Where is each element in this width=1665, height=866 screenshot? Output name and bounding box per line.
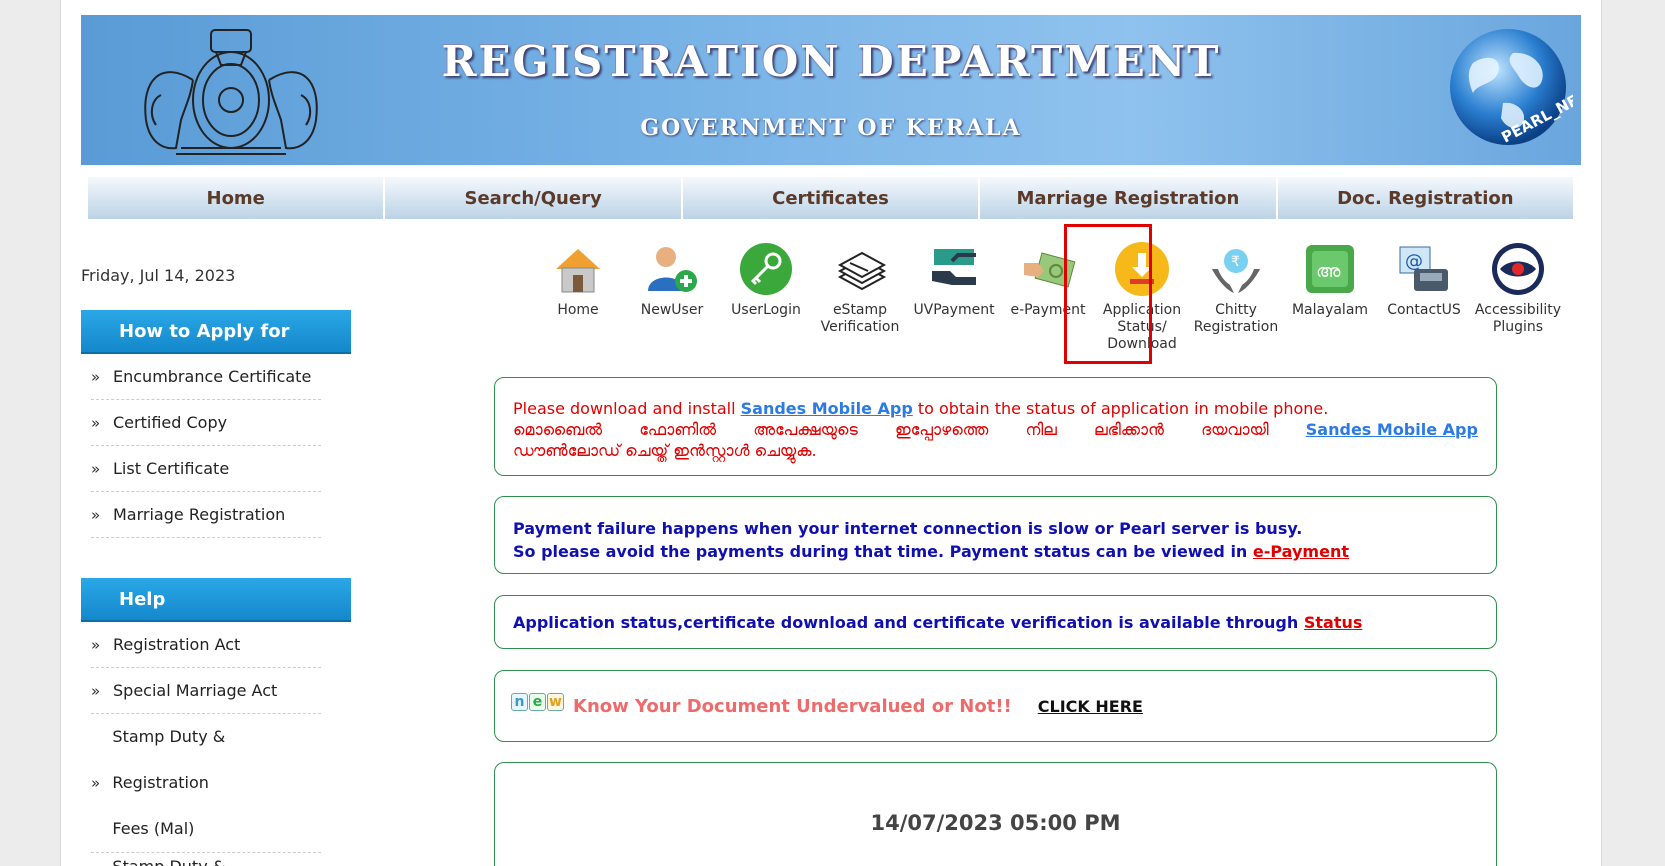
- nav-marriage-registration[interactable]: Marriage Registration: [980, 177, 1278, 219]
- sidebar-item-list-certificate[interactable]: » List Certificate: [91, 446, 321, 492]
- nav-home[interactable]: Home: [88, 177, 386, 219]
- sidebar-item-registration-act[interactable]: » Registration Act: [91, 622, 321, 668]
- chevron-right-icon: »: [91, 367, 101, 386]
- quick-link-estamp-verification[interactable]: eStamp Verification: [813, 240, 907, 353]
- hand-payment-icon: [932, 249, 976, 285]
- sidebar-item-stamp-duty-registration[interactable]: »Stamp Duty & Registration: [91, 853, 321, 866]
- e-payment-link[interactable]: e-Payment: [1253, 542, 1349, 561]
- highlight-box: [1064, 224, 1152, 364]
- quick-link-icons: Home NewUser UserLogin eStamp Verificatio…: [531, 240, 1565, 353]
- phone-email-icon: @: [1399, 246, 1448, 291]
- quick-link-user-login[interactable]: UserLogin: [719, 240, 813, 353]
- datetime-panel: 14/07/2023 05:00 PM: [494, 762, 1497, 866]
- new-user-icon: [648, 247, 697, 292]
- sidebar-item-certified-copy[interactable]: » Certified Copy: [91, 400, 321, 446]
- how-to-apply-heading: How to Apply for: [81, 310, 351, 354]
- chevron-right-icon: »: [91, 459, 101, 478]
- payment-notice: Payment failure happens when your intern…: [494, 496, 1497, 574]
- quick-link-new-user[interactable]: NewUser: [625, 240, 719, 353]
- sandes-app-link[interactable]: Sandes Mobile App: [741, 399, 913, 418]
- undervalued-notice: n e w Know Your Document Undervalued or …: [494, 670, 1497, 742]
- sidebar-item-special-marriage-act[interactable]: » Special Marriage Act: [91, 668, 321, 714]
- home-icon: [556, 249, 600, 293]
- site-subtitle: GOVERNMENT OF KERALA: [640, 115, 1022, 141]
- stamp-papers-icon: [837, 251, 887, 291]
- sidebar-item-marriage-registration[interactable]: » Marriage Registration: [91, 492, 321, 538]
- page-container: REGISTRATION DEPARTMENT GOVERNMENT OF KE…: [60, 0, 1602, 866]
- click-here-link[interactable]: CLICK HERE: [1038, 697, 1143, 716]
- status-link[interactable]: Status: [1304, 613, 1363, 632]
- site-title: REGISTRATION DEPARTMENT: [441, 37, 1221, 86]
- help-list: » Registration Act » Special Marriage Act …: [91, 622, 321, 866]
- eye-icon: [1492, 243, 1544, 295]
- sandes-app-link-malayalam[interactable]: Sandes Mobile App: [1306, 419, 1478, 440]
- new-badge-icon: n e w: [511, 693, 565, 711]
- quick-link-accessibility-plugins[interactable]: Accessibility Plugins: [1471, 240, 1565, 353]
- sandes-notice: Please download and install Sandes Mobil…: [494, 377, 1497, 476]
- pearl-globe-icon: PEARL_NET: [1450, 29, 1573, 147]
- sandes-notice-malayalam-line2: ഡൗൺലോഡ് ചെയ്ത് ഇൻസ്റ്റാൾ ചെയ്യുക.: [513, 441, 817, 460]
- quick-link-malayalam[interactable]: അ Malayalam: [1283, 240, 1377, 353]
- chevron-right-icon: »: [91, 413, 101, 432]
- malayalam-icon: അ: [1306, 245, 1354, 293]
- quick-link-contact-us[interactable]: @ ContactUS: [1377, 240, 1471, 353]
- quick-link-uv-payment[interactable]: UVPayment: [907, 240, 1001, 353]
- svg-text:അ: അ: [1316, 261, 1341, 282]
- nav-certificates[interactable]: Certificates: [682, 177, 981, 219]
- sidebar-item-encumbrance-certificate[interactable]: » Encumbrance Certificate: [91, 354, 321, 400]
- sidebar-item-stamp-duty-fees-mal[interactable]: » Stamp Duty & Registration Fees (Mal): [91, 714, 321, 853]
- main-nav: Home Search/Query Certificates Marriage …: [88, 177, 1574, 219]
- current-date: Friday, Jul 14, 2023: [81, 266, 236, 285]
- datetime-display: 14/07/2023 05:00 PM: [870, 811, 1121, 835]
- nav-search-query[interactable]: Search/Query: [385, 177, 683, 219]
- svg-text:₹: ₹: [1231, 254, 1240, 270]
- sandes-notice-english: Please download and install Sandes Mobil…: [513, 399, 1329, 418]
- chevron-right-icon: »: [91, 681, 101, 700]
- sandes-notice-malayalam: മൊബൈൽ ഫോണിൽ അപേക്ഷയുടെ ഇപ്പോഴത്തെ നില ലഭ…: [513, 419, 1478, 440]
- quick-link-home[interactable]: Home: [531, 240, 625, 353]
- quick-link-chitty-registration[interactable]: ₹ Chitty Registration: [1189, 240, 1283, 353]
- help-heading: Help: [81, 578, 351, 622]
- header-banner: REGISTRATION DEPARTMENT GOVERNMENT OF KE…: [81, 15, 1581, 165]
- chevron-right-icon: »: [91, 774, 101, 792]
- status-notice: Application status,certificate download …: [494, 595, 1497, 649]
- chevron-right-icon: »: [91, 635, 101, 654]
- nav-doc-registration[interactable]: Doc. Registration: [1277, 177, 1574, 219]
- undervalued-text: Know Your Document Undervalued or Not!!: [573, 695, 1012, 717]
- svg-text:@: @: [1405, 251, 1423, 272]
- chevron-right-icon: »: [91, 505, 101, 524]
- how-to-apply-list: » Encumbrance Certificate » Certified Copy…: [91, 354, 321, 538]
- money-bag-hands-icon: ₹: [1212, 249, 1260, 293]
- key-icon: [740, 243, 792, 295]
